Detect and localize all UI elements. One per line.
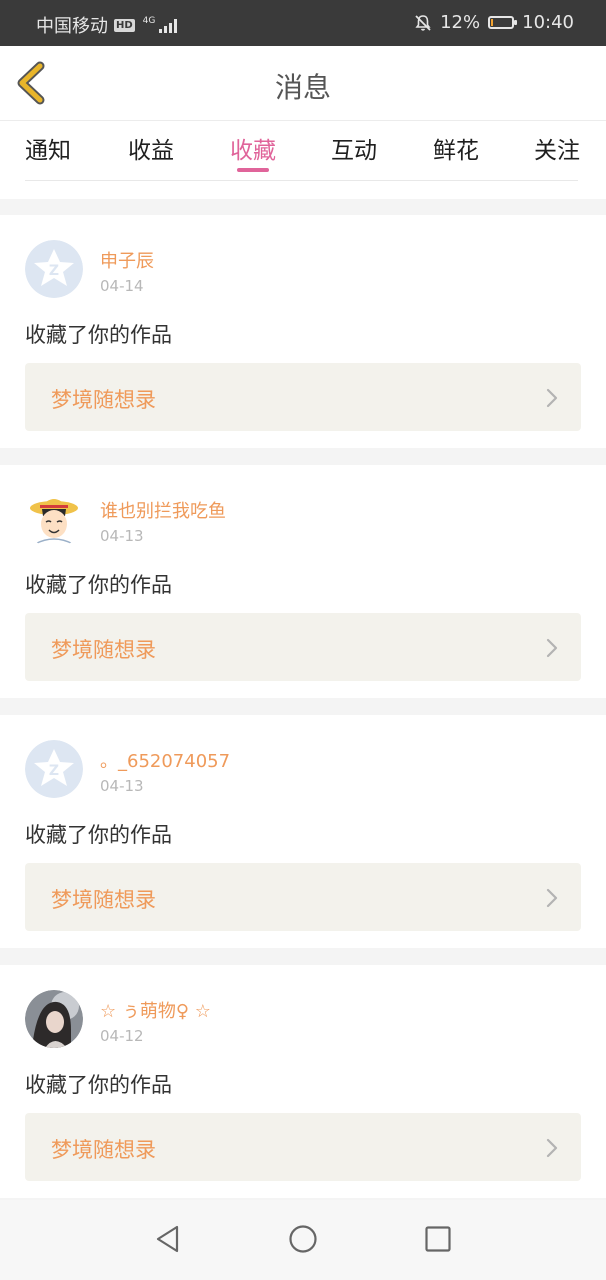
message-card: ☆ ぅ萌物♀ ☆ 04-12 收藏了你的作品 梦境随想录	[0, 965, 606, 1198]
network-type-label: 4G	[142, 16, 156, 26]
username[interactable]: ☆ ぅ萌物♀ ☆	[100, 997, 211, 1023]
work-title: 梦境随想录	[51, 888, 156, 912]
active-tab-indicator	[237, 168, 269, 172]
avatar[interactable]	[25, 990, 83, 1048]
triangle-back-icon[interactable]	[153, 1224, 183, 1254]
tab-interactions[interactable]: 互动	[331, 131, 377, 165]
svg-text:Z: Z	[49, 263, 59, 279]
message-card: Z 申子辰 04-14 收藏了你的作品 梦境随想录	[0, 215, 606, 448]
message-date: 04-13	[100, 527, 144, 545]
signal-icon: 4G	[143, 17, 178, 33]
page-title: 消息	[274, 71, 331, 104]
photo-avatar-icon	[25, 990, 83, 1048]
action-text: 收藏了你的作品	[25, 323, 172, 347]
avatar[interactable]: Z	[25, 240, 83, 298]
message-card: 谁也别拦我吃鱼 04-13 收藏了你的作品 梦境随想录	[0, 465, 606, 698]
chevron-right-icon	[546, 638, 558, 658]
svg-text:Z: Z	[49, 763, 59, 779]
chevron-right-icon	[546, 1138, 558, 1158]
tab-favorites[interactable]: 收藏	[230, 131, 276, 165]
nav-bar: 消息	[0, 46, 606, 121]
hd-badge: HD	[114, 18, 135, 32]
system-navigation-bar	[0, 1200, 606, 1280]
work-link[interactable]: 梦境随想录	[25, 613, 581, 681]
status-right: 12% 10:40	[414, 12, 574, 33]
cartoon-avatar-icon	[25, 490, 83, 548]
work-link[interactable]: 梦境随想录	[25, 1113, 581, 1181]
battery-icon	[488, 16, 518, 29]
work-title: 梦境随想录	[51, 388, 156, 412]
action-text: 收藏了你的作品	[25, 823, 172, 847]
username[interactable]: 谁也别拦我吃鱼	[100, 497, 226, 523]
message-date: 04-13	[100, 777, 144, 795]
status-bar: 中国移动 HD 4G 12% 10:40	[0, 0, 606, 46]
username[interactable]: 申子辰	[100, 247, 154, 273]
divider	[25, 180, 578, 181]
qq-default-avatar-icon: Z	[25, 740, 83, 798]
action-text: 收藏了你的作品	[25, 1073, 172, 1097]
avatar[interactable]	[25, 490, 83, 548]
work-link[interactable]: 梦境随想录	[25, 363, 581, 431]
message-card: Z 。_652074057 04-13 收藏了你的作品 梦境随想录	[0, 715, 606, 948]
work-title: 梦境随想录	[51, 1138, 156, 1162]
work-title: 梦境随想录	[51, 638, 156, 662]
message-date: 04-14	[100, 277, 144, 295]
qq-default-avatar-icon: Z	[25, 240, 83, 298]
square-recent-icon[interactable]	[423, 1224, 453, 1254]
tab-flowers[interactable]: 鲜花	[433, 131, 479, 165]
username[interactable]: 。_652074057	[100, 747, 230, 773]
chevron-right-icon	[546, 888, 558, 908]
clock: 10:40	[522, 12, 574, 33]
tab-following[interactable]: 关注	[534, 131, 580, 165]
action-text: 收藏了你的作品	[25, 573, 172, 597]
mute-icon	[415, 14, 431, 31]
status-left: 中国移动 HD 4G	[36, 12, 178, 38]
work-link[interactable]: 梦境随想录	[25, 863, 581, 931]
tab-earnings[interactable]: 收益	[128, 131, 174, 165]
circle-home-icon[interactable]	[288, 1224, 318, 1254]
tab-notifications[interactable]: 通知	[25, 131, 71, 165]
chevron-right-icon	[546, 388, 558, 408]
carrier-label: 中国移动	[36, 16, 108, 37]
avatar[interactable]: Z	[25, 740, 83, 798]
tab-bar: 通知 收益 收藏 互动 鲜花 关注	[0, 121, 606, 199]
battery-percent: 12%	[440, 12, 481, 33]
message-date: 04-12	[100, 1027, 144, 1045]
